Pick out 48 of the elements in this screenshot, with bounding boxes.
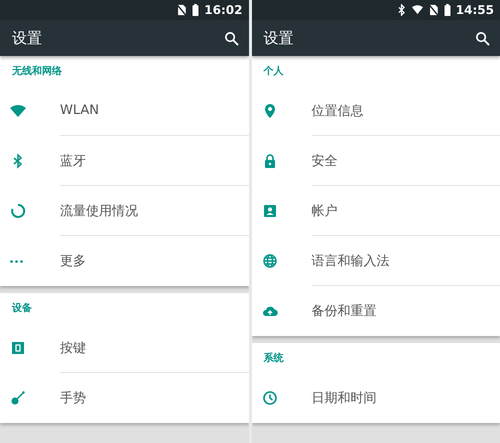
item-label: 语言和输入法 [312,252,390,270]
item-label: 安全 [312,152,338,170]
wifi-icon [10,103,26,119]
square-icon [10,340,26,356]
section-header: 个人 [264,64,284,78]
search-icon[interactable] [475,30,490,46]
ring-icon [10,203,26,219]
settings-item[interactable]: 位置信息 [252,86,500,136]
section-header: 无线和网络 [12,64,62,78]
settings-item[interactable]: 帐户 [252,186,500,236]
gesture-icon [10,390,26,406]
bluetooth-icon [396,4,407,16]
item-label: 更多 [60,253,86,270]
clock-time: 16:02 [204,3,242,17]
clock-icon [262,390,278,406]
item-label: 蓝牙 [60,152,86,170]
clock-time: 14:55 [456,3,494,17]
settings-item[interactable]: 语言和输入法 [252,236,500,286]
settings-item[interactable]: 手势 [0,373,248,423]
item-label: WLAN [60,103,100,118]
item-label: 按键 [60,340,86,356]
no-sim-icon [176,4,188,16]
item-label: 备份和重置 [312,303,376,320]
settings-item[interactable]: 日期和时间 [252,373,500,423]
settings-item[interactable]: 备份和重置 [252,286,500,336]
battery-icon [192,4,200,16]
item-label: 帐户 [312,202,338,220]
item-label: 日期和时间 [312,390,376,407]
settings-item[interactable]: WLAN [0,86,248,136]
section-header: 系统 [264,352,284,365]
battery-icon [444,4,451,16]
settings-item[interactable]: 更多 [0,236,248,286]
wifi-icon [412,4,423,16]
more-icon [10,260,23,262]
no-sim-icon [428,4,439,16]
search-icon[interactable] [224,30,238,46]
screen-title: 设置 [12,28,42,48]
settings-item[interactable]: 安全 [252,136,500,186]
item-label: 位置信息 [312,102,364,120]
settings-item[interactable]: 流量使用情况 [0,186,248,236]
section-header: 设备 [12,302,32,315]
settings-item[interactable]: 蓝牙 [0,136,248,186]
globe-icon [262,253,278,269]
screen-title: 设置 [264,28,294,48]
settings-item[interactable]: 按键 [0,323,248,373]
account-icon [262,203,278,219]
item-label: 手势 [60,390,86,407]
item-label: 流量使用情况 [60,202,138,220]
